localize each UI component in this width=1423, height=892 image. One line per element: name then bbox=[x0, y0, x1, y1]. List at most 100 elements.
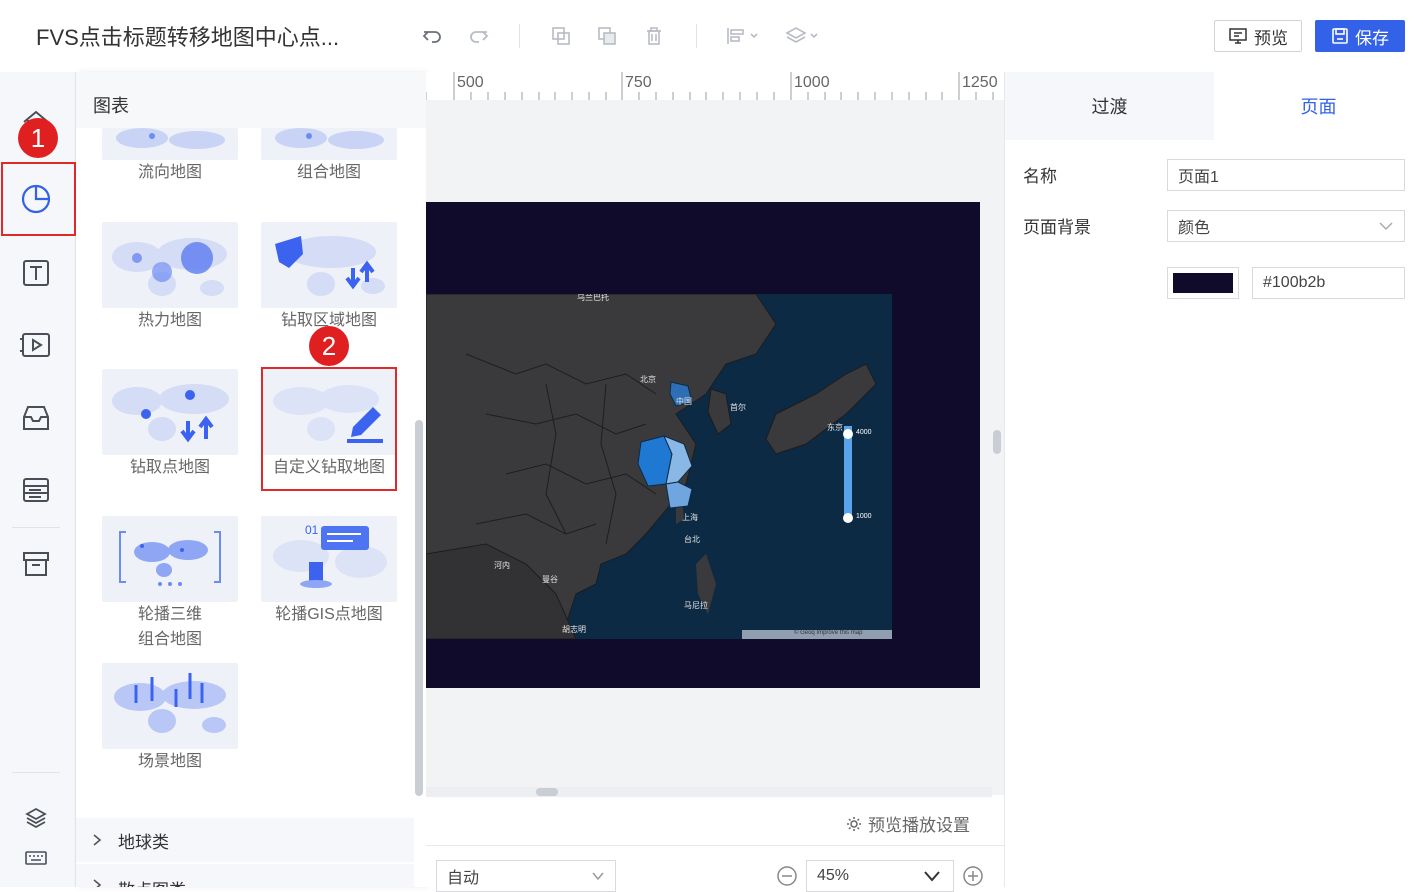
carousel-gis-point-map-thumbnail[interactable]: 01 bbox=[261, 516, 397, 602]
map-label: 台北 bbox=[684, 535, 700, 544]
ruler-label: 1000 bbox=[794, 74, 830, 91]
zoom-select[interactable]: 45% bbox=[806, 860, 954, 892]
step-badge-2: 2 bbox=[309, 326, 349, 366]
layers-icon[interactable] bbox=[14, 796, 58, 840]
scale-mode-value: 自动 bbox=[447, 870, 480, 887]
copy-icon[interactable] bbox=[549, 24, 573, 48]
layer-order-icon[interactable] bbox=[785, 24, 821, 48]
save-icon bbox=[1331, 27, 1349, 45]
chart-pie-icon[interactable] bbox=[14, 177, 58, 221]
scale-mode-select[interactable]: 自动 bbox=[436, 860, 616, 892]
canvas-vscroll[interactable] bbox=[993, 430, 1001, 454]
carousel-3d-combo-map-thumbnail[interactable] bbox=[102, 516, 238, 602]
category-label: 散点图类 bbox=[118, 876, 186, 887]
toolbar-divider bbox=[696, 24, 697, 48]
canvas-bottom-bar: 预览播放设置 自动 45% bbox=[426, 797, 1004, 892]
bg-type-select[interactable]: 颜色 bbox=[1167, 210, 1405, 242]
map-label: 河内 bbox=[494, 561, 510, 570]
map-label: 乌兰巴托 bbox=[577, 294, 609, 302]
ruler-label: 750 bbox=[625, 74, 652, 91]
drill-point-map-thumbnail[interactable] bbox=[102, 369, 238, 455]
heat-map-thumbnail[interactable] bbox=[102, 222, 238, 308]
ruler-ticks bbox=[426, 72, 994, 100]
chart-label[interactable]: 热力地图 bbox=[90, 308, 250, 334]
chart-label[interactable]: 组合地图 bbox=[90, 627, 250, 653]
chart-label[interactable]: 场景地图 bbox=[90, 749, 250, 775]
map-label: 曼谷 bbox=[542, 575, 558, 584]
preview-button-label: 预览 bbox=[1254, 28, 1288, 48]
bg-color-swatch[interactable] bbox=[1167, 267, 1239, 299]
name-label: 名称 bbox=[1023, 167, 1057, 186]
chart-picker-panel: 图表 流向地图 组合地图 热力地图 钻取区域地图 钻取点地图 自定义钻取地图 0… bbox=[76, 72, 426, 887]
chevron-right-icon bbox=[92, 878, 102, 887]
zoom-value: 45% bbox=[817, 867, 850, 884]
chart-label[interactable]: 轮播三维 bbox=[90, 602, 250, 628]
chevron-down-icon bbox=[591, 871, 605, 881]
paste-icon[interactable] bbox=[595, 24, 619, 48]
chart-label[interactable]: 钻取点地图 bbox=[90, 455, 250, 481]
legend-max-label: 4000 bbox=[856, 429, 872, 436]
component-rail bbox=[0, 72, 76, 887]
chart-panel-title: 图表 bbox=[93, 96, 129, 116]
table-component-icon[interactable] bbox=[14, 468, 58, 512]
legend-min-label: 1000 bbox=[856, 513, 872, 520]
map-label: 胡志明 bbox=[562, 625, 586, 634]
china-map[interactable] bbox=[426, 294, 892, 639]
chart-label[interactable]: 组合地图 bbox=[249, 160, 409, 186]
redo-icon[interactable] bbox=[467, 24, 491, 48]
chart-label[interactable]: 轮播GIS点地图 bbox=[249, 602, 409, 628]
tab-page[interactable]: 页面 bbox=[1214, 72, 1423, 140]
category-label: 地球类 bbox=[118, 832, 169, 852]
bg-type-value: 颜色 bbox=[1178, 220, 1211, 237]
top-toolbar: FVS点击标题转移地图中心点... 预览 保存 bbox=[0, 0, 1423, 73]
preview-settings-link[interactable]: 预览播放设置 bbox=[846, 811, 970, 836]
save-button-label: 保存 bbox=[1355, 28, 1389, 48]
undo-icon[interactable] bbox=[420, 24, 444, 48]
align-icon[interactable] bbox=[725, 24, 761, 48]
custom-drill-map-highlight bbox=[261, 367, 397, 491]
drill-region-map-thumbnail[interactable] bbox=[261, 222, 397, 308]
combo-map-thumbnail[interactable] bbox=[261, 128, 397, 160]
svg-text:01: 01 bbox=[305, 523, 319, 537]
text-component-icon[interactable] bbox=[14, 251, 58, 295]
gear-icon bbox=[846, 816, 862, 832]
horizontal-ruler: 500 750 1000 1250 bbox=[426, 72, 1004, 101]
panel-scrollbar[interactable] bbox=[415, 420, 423, 796]
delete-icon[interactable] bbox=[642, 24, 666, 48]
rail-divider bbox=[12, 527, 60, 528]
container-component-icon[interactable] bbox=[14, 396, 58, 440]
map-label: 中国 bbox=[676, 397, 692, 406]
dashboard-title[interactable]: FVS点击标题转移地图中心点... bbox=[36, 20, 339, 52]
map-widget[interactable]: 乌兰巴托 北京 中国 首尔 东京 上海 台北 河内 曼谷 马尼拉 胡志明 400… bbox=[426, 294, 892, 639]
map-label: 东京 bbox=[827, 423, 843, 432]
category-scatter[interactable]: 散点图类 bbox=[76, 864, 414, 887]
canvas-hscroll-thumb[interactable] bbox=[536, 788, 558, 796]
toolbar-divider bbox=[519, 24, 520, 48]
flow-map-thumbnail[interactable] bbox=[102, 128, 238, 160]
archive-icon[interactable] bbox=[14, 542, 58, 586]
chevron-down-icon bbox=[923, 870, 941, 882]
zoom-in-icon[interactable] bbox=[962, 865, 984, 887]
dashboard-page[interactable]: 乌兰巴托 北京 中国 首尔 东京 上海 台北 河内 曼谷 马尼拉 胡志明 400… bbox=[426, 202, 980, 688]
ruler-label: 500 bbox=[457, 74, 484, 91]
map-attribution[interactable]: © Geoq Improve this map bbox=[794, 630, 862, 636]
map-label: 北京 bbox=[640, 375, 656, 384]
keyboard-icon[interactable] bbox=[14, 836, 58, 880]
preview-button[interactable]: 预览 bbox=[1214, 20, 1302, 52]
save-button[interactable]: 保存 bbox=[1315, 20, 1405, 52]
chart-label[interactable]: 流向地图 bbox=[90, 160, 250, 186]
preview-settings-label: 预览播放设置 bbox=[868, 816, 970, 835]
monitor-icon bbox=[1228, 27, 1248, 45]
chart-panel-header: 图表 bbox=[76, 72, 426, 128]
bg-color-hex-input[interactable]: #100b2b bbox=[1252, 267, 1405, 299]
zoom-out-icon[interactable] bbox=[776, 865, 798, 887]
media-component-icon[interactable] bbox=[14, 323, 58, 367]
step-badge-1: 1 bbox=[18, 118, 58, 158]
tab-transition[interactable]: 过渡 bbox=[1005, 72, 1214, 140]
category-globe[interactable]: 地球类 bbox=[76, 818, 414, 862]
canvas-hscroll-track[interactable] bbox=[426, 787, 992, 797]
step-badge-1-text: 1 bbox=[30, 122, 46, 153]
bottom-divider bbox=[426, 845, 1004, 846]
page-name-input[interactable]: 页面1 bbox=[1167, 159, 1405, 191]
scene-map-thumbnail[interactable] bbox=[102, 663, 238, 749]
